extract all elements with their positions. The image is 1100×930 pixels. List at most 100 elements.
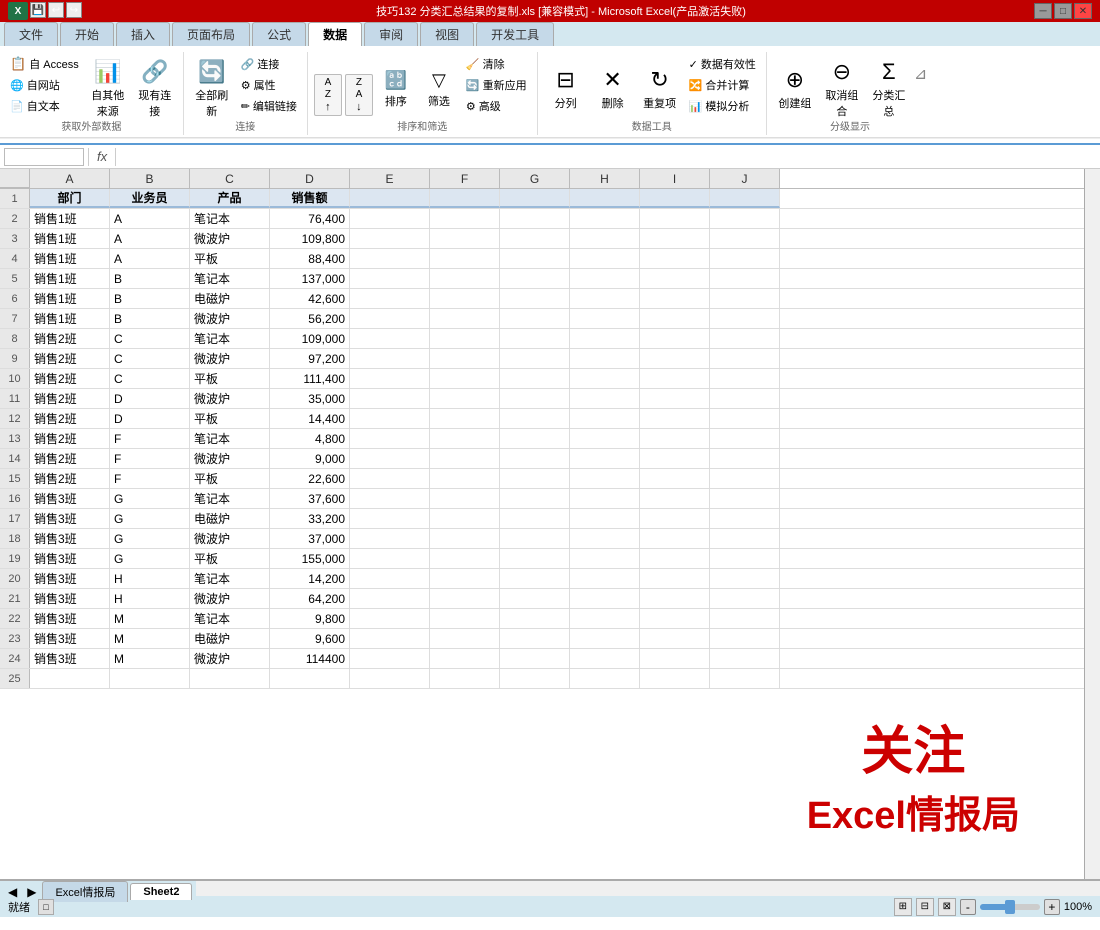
cell-A24[interactable]: 销售3班 [30, 649, 110, 668]
col-header-I[interactable]: I [640, 169, 710, 188]
cell-D25[interactable] [270, 669, 350, 688]
cell-C22[interactable]: 笔记本 [190, 609, 270, 628]
cell-H14[interactable] [570, 449, 640, 468]
cell-B3[interactable]: A [110, 229, 190, 248]
cell-B6[interactable]: B [110, 289, 190, 308]
cell-C3[interactable]: 微波炉 [190, 229, 270, 248]
cell-J8[interactable] [710, 329, 780, 348]
cell-A12[interactable]: 销售2班 [30, 409, 110, 428]
cell-D2[interactable]: 76,400 [270, 209, 350, 228]
cell-I19[interactable] [640, 549, 710, 568]
cell-G22[interactable] [500, 609, 570, 628]
connections-button[interactable]: 🔗连接 [237, 54, 301, 74]
cell-E23[interactable] [350, 629, 430, 648]
view-layout-icon[interactable]: ⊟ [916, 898, 934, 916]
consolidate-button[interactable]: 🔀合并计算 [685, 75, 760, 95]
cell-C11[interactable]: 微波炉 [190, 389, 270, 408]
cell-C13[interactable]: 笔记本 [190, 429, 270, 448]
cell-G19[interactable] [500, 549, 570, 568]
cell-A10[interactable]: 销售2班 [30, 369, 110, 388]
group-button[interactable]: ⊕创建组 [773, 62, 817, 116]
cell-J22[interactable] [710, 609, 780, 628]
cell-F16[interactable] [430, 489, 500, 508]
existing-connections-button[interactable]: 🔗现有连接 [133, 62, 177, 116]
cell-G6[interactable] [500, 289, 570, 308]
cell-D13[interactable]: 4,800 [270, 429, 350, 448]
cell-I4[interactable] [640, 249, 710, 268]
cell-D6[interactable]: 42,600 [270, 289, 350, 308]
tab-公式[interactable]: 公式 [252, 22, 306, 46]
cell-C18[interactable]: 微波炉 [190, 529, 270, 548]
cell-A23[interactable]: 销售3班 [30, 629, 110, 648]
cell-J9[interactable] [710, 349, 780, 368]
cell-I21[interactable] [640, 589, 710, 608]
cell-H18[interactable] [570, 529, 640, 548]
zoom-slider[interactable] [980, 904, 1040, 910]
cell-H11[interactable] [570, 389, 640, 408]
cell-E9[interactable] [350, 349, 430, 368]
cell-B15[interactable]: F [110, 469, 190, 488]
cell-E21[interactable] [350, 589, 430, 608]
tab-页面布局[interactable]: 页面布局 [172, 22, 250, 46]
cell-E10[interactable] [350, 369, 430, 388]
cell-I20[interactable] [640, 569, 710, 588]
tab-开始[interactable]: 开始 [60, 22, 114, 46]
clear-button[interactable]: 🧹清除 [462, 54, 531, 74]
col-header-B[interactable]: B [110, 169, 190, 188]
cell-D1[interactable]: 销售额 [270, 189, 350, 208]
cell-I17[interactable] [640, 509, 710, 528]
cell-G12[interactable] [500, 409, 570, 428]
cell-C19[interactable]: 平板 [190, 549, 270, 568]
cell-A20[interactable]: 销售3班 [30, 569, 110, 588]
cell-B11[interactable]: D [110, 389, 190, 408]
cell-H3[interactable] [570, 229, 640, 248]
tab-审阅[interactable]: 审阅 [364, 22, 418, 46]
cell-F1[interactable] [430, 189, 500, 208]
cell-E20[interactable] [350, 569, 430, 588]
cell-E3[interactable] [350, 229, 430, 248]
cell-J25[interactable] [710, 669, 780, 688]
col-header-F[interactable]: F [430, 169, 500, 188]
cell-I15[interactable] [640, 469, 710, 488]
cell-J6[interactable] [710, 289, 780, 308]
cell-C9[interactable]: 微波炉 [190, 349, 270, 368]
cell-A1[interactable]: 部门 [30, 189, 110, 208]
cell-F2[interactable] [430, 209, 500, 228]
cell-F13[interactable] [430, 429, 500, 448]
zoom-out-button[interactable]: - [960, 899, 976, 915]
cell-A13[interactable]: 销售2班 [30, 429, 110, 448]
cell-B17[interactable]: G [110, 509, 190, 528]
cell-H8[interactable] [570, 329, 640, 348]
cell-G3[interactable] [500, 229, 570, 248]
cell-A11[interactable]: 销售2班 [30, 389, 110, 408]
cell-I9[interactable] [640, 349, 710, 368]
cell-B18[interactable]: G [110, 529, 190, 548]
cell-I1[interactable] [640, 189, 710, 208]
col-header-E[interactable]: E [350, 169, 430, 188]
cell-G11[interactable] [500, 389, 570, 408]
col-header-H[interactable]: H [570, 169, 640, 188]
cell-C20[interactable]: 笔记本 [190, 569, 270, 588]
sort-button[interactable]: 🔡排序 [376, 62, 416, 116]
cell-J12[interactable] [710, 409, 780, 428]
cell-D20[interactable]: 14,200 [270, 569, 350, 588]
cell-J7[interactable] [710, 309, 780, 328]
cell-I7[interactable] [640, 309, 710, 328]
view-page-icon[interactable]: ⊠ [938, 898, 956, 916]
cell-F3[interactable] [430, 229, 500, 248]
cell-J20[interactable] [710, 569, 780, 588]
cell-B25[interactable] [110, 669, 190, 688]
cell-A9[interactable]: 销售2班 [30, 349, 110, 368]
cell-A25[interactable] [30, 669, 110, 688]
cell-A18[interactable]: 销售3班 [30, 529, 110, 548]
cell-I8[interactable] [640, 329, 710, 348]
cell-F6[interactable] [430, 289, 500, 308]
sheet-tab-sheet2[interactable]: Sheet2 [130, 883, 192, 900]
cell-I16[interactable] [640, 489, 710, 508]
cell-J14[interactable] [710, 449, 780, 468]
cell-E24[interactable] [350, 649, 430, 668]
cell-D10[interactable]: 111,400 [270, 369, 350, 388]
cell-F8[interactable] [430, 329, 500, 348]
cell-B14[interactable]: F [110, 449, 190, 468]
cell-I11[interactable] [640, 389, 710, 408]
